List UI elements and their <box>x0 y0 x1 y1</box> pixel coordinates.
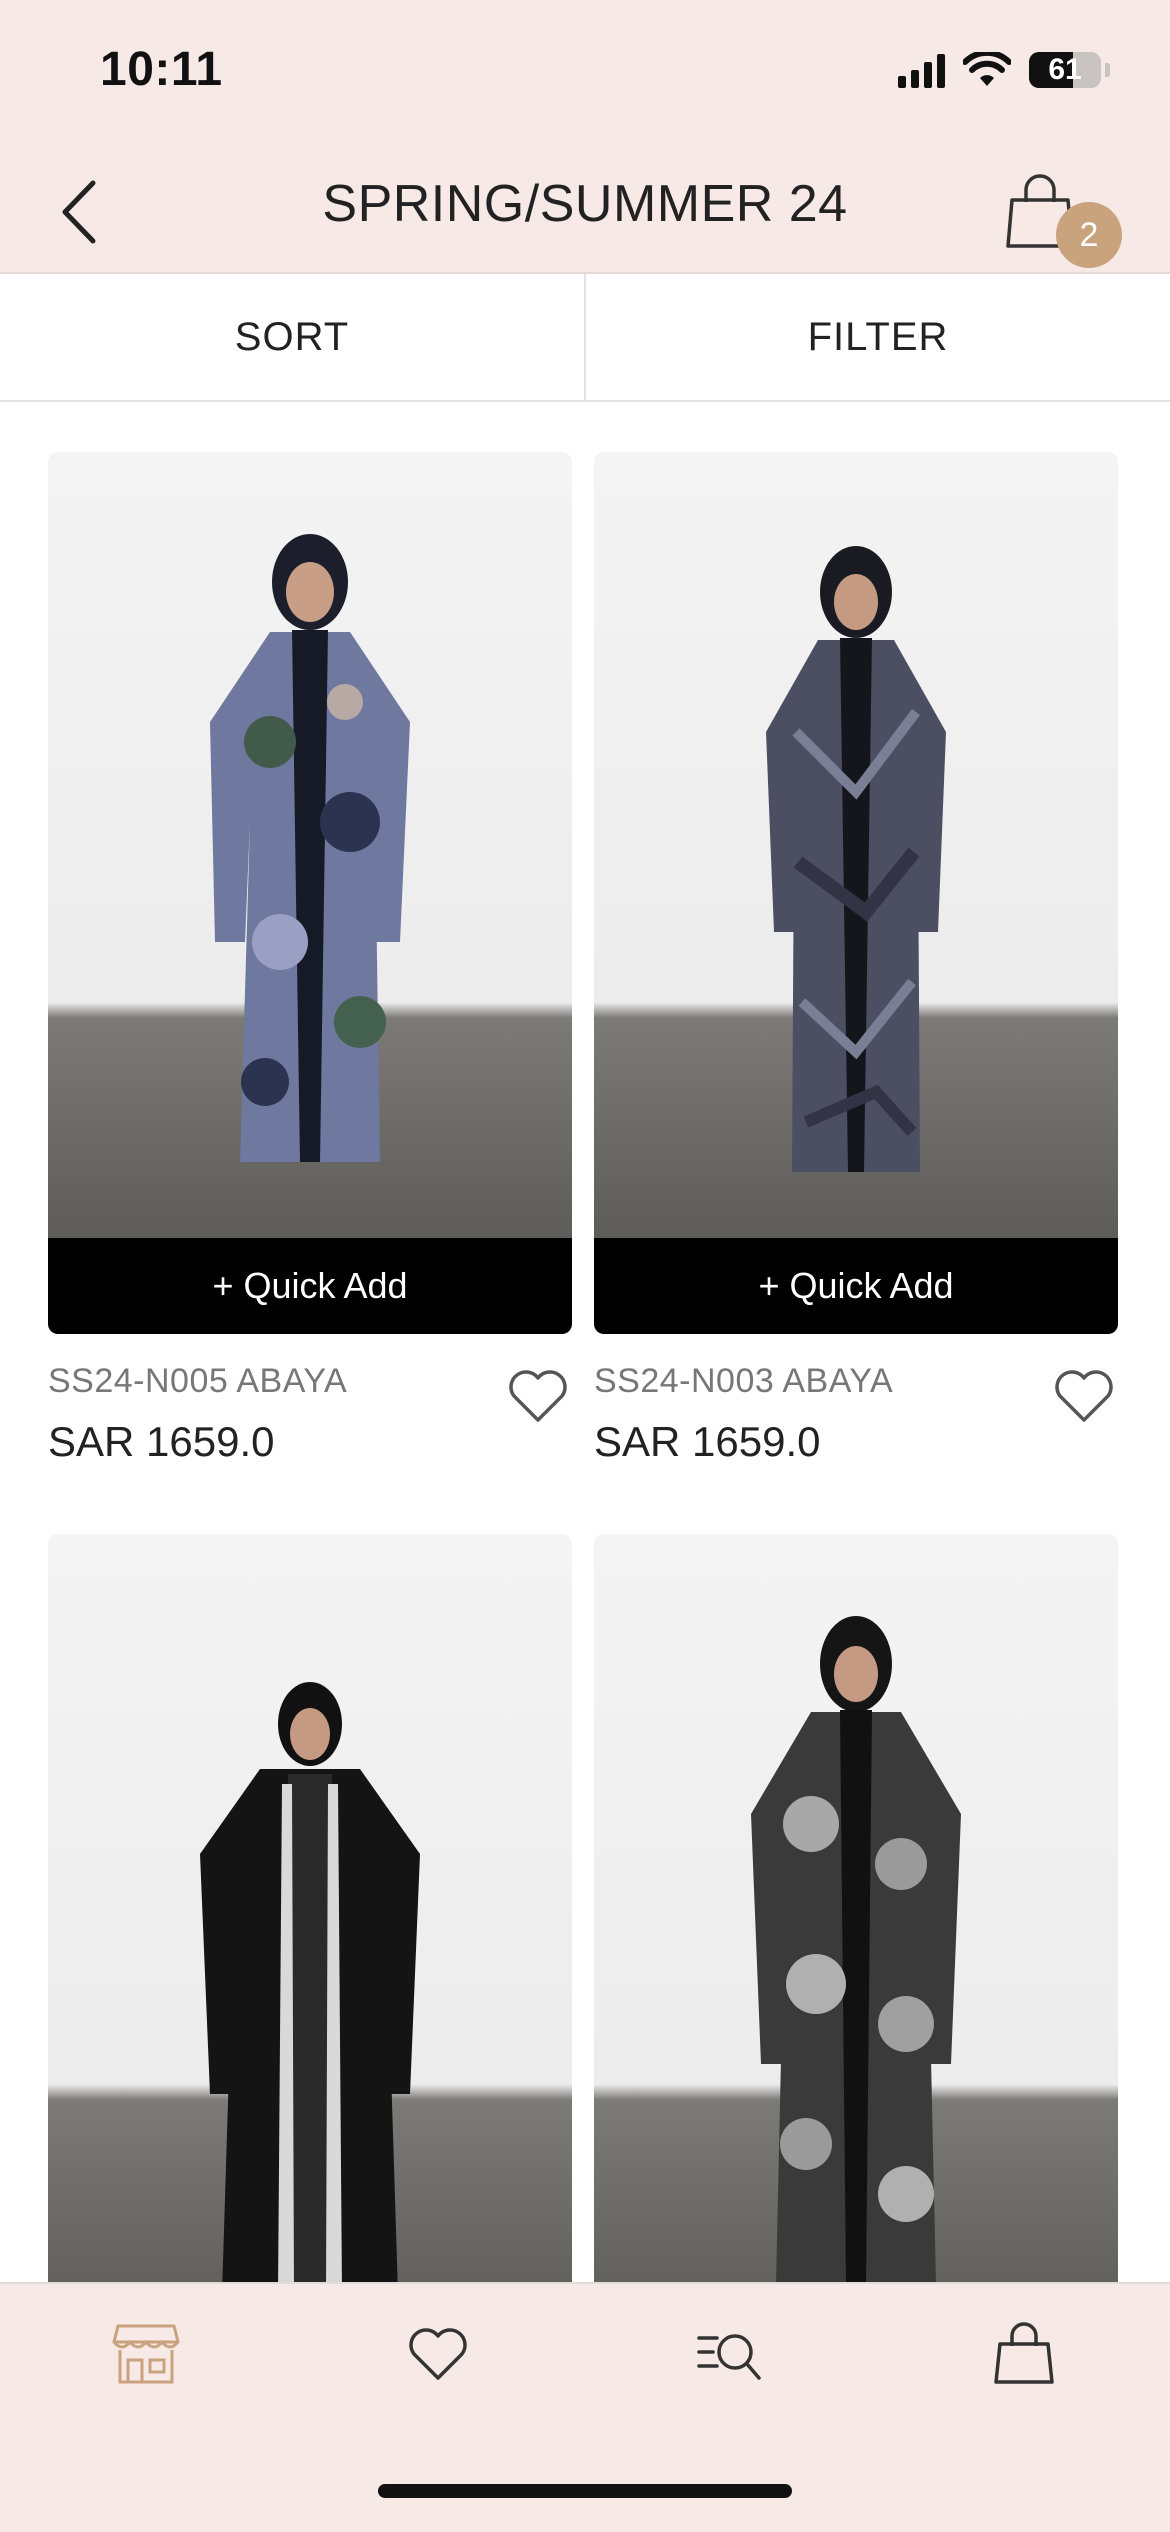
product-card[interactable]: + Quick Add SS24-N005 ABAYA SAR 1659.0 <box>48 452 572 1484</box>
heart-icon <box>1055 1370 1113 1422</box>
wishlist-button[interactable] <box>1052 1364 1116 1428</box>
tab-search[interactable] <box>690 2314 770 2394</box>
cart-button[interactable]: 2 <box>1004 168 1122 268</box>
home-indicator[interactable] <box>378 2484 792 2498</box>
header: SPRING/SUMMER 24 2 <box>0 150 1170 274</box>
product-name[interactable]: SS24-N005 ABAYA <box>48 1362 347 1401</box>
store-icon <box>112 2324 180 2384</box>
quick-add-button[interactable]: + Quick Add <box>594 1238 1118 1334</box>
status-icons: 61 <box>898 52 1110 88</box>
product-card[interactable] <box>594 1534 1118 2282</box>
model-photo <box>766 546 946 1172</box>
wifi-icon <box>963 52 1011 86</box>
product-image[interactable] <box>594 1534 1118 2282</box>
product-card[interactable] <box>48 1534 572 2282</box>
cellular-signal-icon <box>898 52 945 88</box>
product-image[interactable] <box>48 452 572 1238</box>
product-info: SS24-N003 ABAYA SAR 1659.0 <box>594 1334 1118 1484</box>
cart-badge: 2 <box>1056 202 1122 268</box>
filter-button[interactable]: FILTER <box>584 274 1170 400</box>
model-photo <box>200 1682 420 2282</box>
wishlist-button[interactable] <box>506 1364 570 1428</box>
tab-shop[interactable] <box>106 2314 186 2394</box>
product-price: SAR 1659.0 <box>48 1418 275 1465</box>
heart-icon <box>509 1370 567 1422</box>
status-time: 10:11 <box>100 43 223 96</box>
product-image[interactable] <box>594 452 1118 1238</box>
screen: 10:11 61 SPRING/SUMMER 24 2 SORT FILTER … <box>0 0 1170 2532</box>
battery-level: 61 <box>1048 53 1082 86</box>
search-list-icon <box>697 2334 761 2380</box>
tab-bag[interactable] <box>984 2314 1064 2394</box>
page-title: SPRING/SUMMER 24 <box>322 175 848 233</box>
battery-icon: 61 <box>1029 52 1101 88</box>
model-photo <box>210 534 410 1162</box>
bag-icon <box>994 2322 1054 2384</box>
product-info: SS24-N005 ABAYA SAR 1659.0 <box>48 1334 572 1484</box>
product-card[interactable]: + Quick Add SS24-N003 ABAYA SAR 1659.0 <box>594 452 1118 1484</box>
product-image[interactable] <box>48 1534 572 2282</box>
product-grid: + Quick Add SS24-N005 ABAYA SAR 1659.0 +… <box>48 452 1122 2282</box>
product-name[interactable]: SS24-N003 ABAYA <box>594 1362 893 1401</box>
battery-cap <box>1105 63 1110 77</box>
product-price: SAR 1659.0 <box>594 1418 821 1465</box>
heart-icon <box>409 2328 467 2380</box>
sort-filter-bar: SORT FILTER <box>0 274 1170 402</box>
sort-button[interactable]: SORT <box>0 274 584 400</box>
quick-add-button[interactable]: + Quick Add <box>48 1238 572 1334</box>
tab-wishlist[interactable] <box>398 2314 478 2394</box>
model-photo <box>751 1616 961 2282</box>
status-bar: 10:11 61 <box>0 0 1170 150</box>
